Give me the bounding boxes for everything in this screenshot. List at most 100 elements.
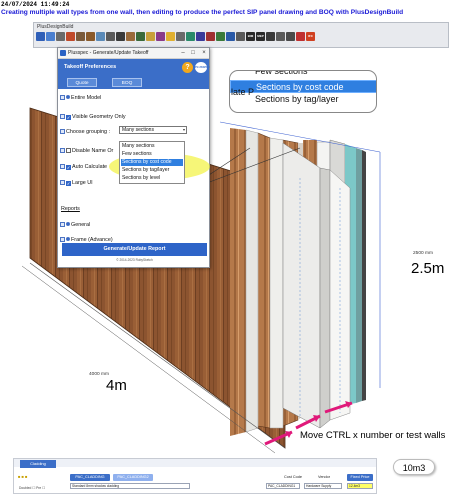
- chevron-down-icon: ▾: [182, 127, 185, 132]
- general-radio[interactable]: [66, 222, 70, 226]
- choose-grouping-row: Choose grouping :: [60, 129, 110, 135]
- callout-behind-text: late P: [231, 87, 255, 97]
- large-ui-label: Large UI: [72, 180, 93, 186]
- visible-geometry-row[interactable]: ✓ Visible Geometry Only: [60, 114, 126, 120]
- generate-update-report-button[interactable]: Generate/Update Report: [62, 243, 207, 256]
- roof-icon[interactable]: [66, 32, 75, 41]
- mep-icon[interactable]: MEP: [256, 32, 265, 41]
- window-icon[interactable]: [96, 32, 105, 41]
- grouping-select[interactable]: Many sections ▾: [119, 126, 187, 134]
- dialog-titlebar: Plusspec - Generate/Update Takeoff – □ ×: [58, 48, 209, 59]
- disable-name-checkbox[interactable]: [66, 148, 71, 153]
- beam-icon[interactable]: [106, 32, 115, 41]
- report-icon[interactable]: [296, 32, 305, 41]
- height-dimension-small: 2500 mm: [413, 251, 433, 256]
- fixed-price-header[interactable]: Fixed Price: [347, 474, 373, 481]
- expand-icon[interactable]: [60, 129, 65, 134]
- print-icon[interactable]: [276, 32, 285, 41]
- expand-icon[interactable]: [60, 222, 65, 227]
- dropdown-item-many[interactable]: Many sections: [121, 143, 183, 150]
- copyright-text: © 2014-2023 RubySketch: [116, 258, 153, 262]
- visible-geometry-checkbox[interactable]: ✓: [66, 115, 71, 120]
- visible-geometry-label: Visible Geometry Only: [72, 114, 126, 120]
- measure-icon[interactable]: [186, 32, 195, 41]
- expand-icon[interactable]: [60, 180, 65, 185]
- general-row[interactable]: General: [60, 222, 90, 228]
- expand-icon[interactable]: [60, 95, 65, 100]
- close-icon[interactable]: ×: [199, 48, 209, 58]
- truss-icon[interactable]: [126, 32, 135, 41]
- vendor-header: Vendor: [318, 475, 331, 479]
- dropdown-item-cost-code[interactable]: Sections by cost code: [121, 159, 183, 166]
- export-icon[interactable]: [266, 32, 275, 41]
- stairs-icon[interactable]: [76, 32, 85, 41]
- auto-calculate-row[interactable]: ✓ Auto Calculate: [60, 164, 107, 170]
- grouping-select-value: Many sections: [122, 127, 154, 133]
- floor-icon[interactable]: [56, 32, 65, 41]
- entire-model-label: Entire Model: [71, 95, 102, 101]
- top-banner: 24/07/2024 11:49:24 Creating multiple wa…: [0, 0, 453, 20]
- code-pill[interactable]: PAC_CLADDING: [70, 474, 110, 481]
- grid-icon[interactable]: [236, 32, 245, 41]
- entire-model-row[interactable]: Entire Model: [60, 95, 101, 101]
- column-icon[interactable]: [116, 32, 125, 41]
- insulation-icon[interactable]: [166, 32, 175, 41]
- cost-code-header: Cost Code: [284, 475, 302, 479]
- section-icon[interactable]: [226, 32, 235, 41]
- dropdown-item-few[interactable]: Few sections: [121, 151, 183, 158]
- toolbar-icons: BIM MEP IFC: [36, 32, 315, 41]
- choose-grouping-label: Choose grouping :: [66, 129, 111, 135]
- large-ui-checkbox[interactable]: ✓: [66, 181, 71, 186]
- plusspec-logo: PLUSSPEC: [195, 62, 210, 73]
- frame-icon[interactable]: [136, 32, 145, 41]
- panel-row-icons[interactable]: ■ ■ ■: [18, 474, 27, 479]
- dropdown-item-level[interactable]: Sections by level: [121, 175, 183, 182]
- ifc-icon[interactable]: IFC: [306, 32, 315, 41]
- dropdown-item-tag-layer[interactable]: Sections by tag/layer: [121, 167, 183, 174]
- panel-row: ■ ■ ■ PAC_CLADDING PAC_CLADDING2 Cost Co…: [14, 474, 376, 482]
- vendor-field[interactable]: Hardware Supply: [304, 483, 342, 489]
- description-field[interactable]: Standard 8mm shadow cladding: [70, 483, 190, 489]
- bim-icon[interactable]: BIM: [246, 32, 255, 41]
- expand-icon[interactable]: [60, 114, 65, 119]
- edit-icon[interactable]: [196, 32, 205, 41]
- entire-model-radio[interactable]: [66, 95, 70, 99]
- dialog-header: Takeoff Preferences ? PLUSSPEC: [58, 59, 210, 77]
- dialog-window-title: Plusspec - Generate/Update Takeoff: [68, 50, 149, 56]
- auto-calculate-label: Auto Calculate: [72, 164, 108, 170]
- screenshot: 24/07/2024 11:49:24 Creating multiple wa…: [0, 0, 453, 500]
- grouping-dropdown-list: Many sections Few sections Sections by c…: [119, 141, 185, 184]
- disable-name-row[interactable]: Disable Name Or: [60, 148, 113, 154]
- expand-icon[interactable]: [60, 164, 65, 169]
- door-icon[interactable]: [86, 32, 95, 41]
- tab-boq[interactable]: BOQ: [112, 78, 142, 87]
- video-headline: Creating multiple wall types from one wa…: [1, 9, 404, 16]
- minimize-icon[interactable]: –: [178, 48, 188, 58]
- panel-footer-options[interactable]: Doubled ☐ Pre ☐: [19, 486, 45, 490]
- foundation-icon[interactable]: [176, 32, 185, 41]
- frame-advance-radio[interactable]: [66, 237, 70, 241]
- auto-calculate-checkbox[interactable]: ✓: [66, 165, 71, 170]
- height-dimension-big: 2.5m: [411, 260, 445, 277]
- layer-icon[interactable]: [206, 32, 215, 41]
- large-ui-row[interactable]: ✓ Large UI: [60, 180, 93, 186]
- toolbar-title: PlusDesignBuild: [37, 24, 74, 30]
- general-label: General: [71, 222, 91, 228]
- tab-cladding[interactable]: Cladding: [20, 460, 56, 468]
- wall-icon[interactable]: [46, 32, 55, 41]
- 2d-icon[interactable]: [36, 32, 45, 41]
- panel-icon[interactable]: [146, 32, 155, 41]
- plusdesignbuild-toolbar: PlusDesignBuild BIM MEP IFC: [33, 22, 449, 48]
- takeoff-preferences-title: Takeoff Preferences: [64, 64, 117, 70]
- code-pill-secondary[interactable]: PAC_CLADDING2: [113, 474, 153, 481]
- tab-quote[interactable]: Quote: [67, 78, 97, 87]
- fixed-price-field[interactable]: 12.4m3: [347, 483, 373, 489]
- expand-icon[interactable]: [60, 237, 65, 242]
- help-button[interactable]: ?: [182, 62, 193, 73]
- expand-icon[interactable]: [60, 148, 65, 153]
- maximize-icon[interactable]: □: [188, 48, 198, 58]
- settings-icon[interactable]: [286, 32, 295, 41]
- tag-icon[interactable]: [216, 32, 225, 41]
- cladding-icon[interactable]: [156, 32, 165, 41]
- cost-code-field[interactable]: PAC_CLADDING1: [266, 483, 300, 489]
